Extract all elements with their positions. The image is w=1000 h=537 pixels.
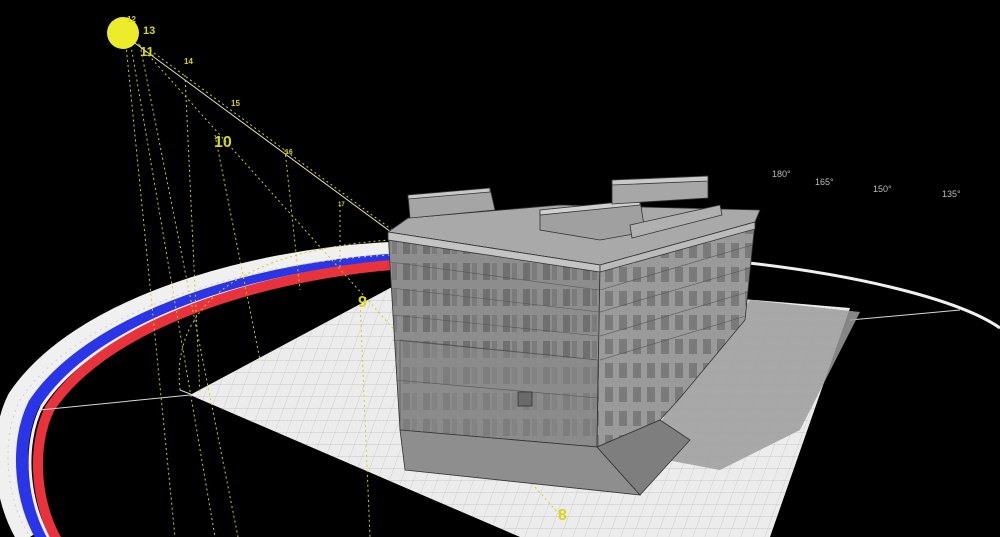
hour-label-10: 10 (214, 134, 232, 151)
azimuth-label-180: 180° (772, 169, 791, 179)
sun-ray (127, 37, 396, 236)
azimuth-labels: 180° 165° 150° 135° (772, 169, 961, 199)
hour-label-16: 16 (285, 149, 293, 156)
hour-label-14: 14 (184, 57, 193, 66)
hour-label-17: 17 (338, 202, 345, 208)
hour-label-13: 13 (143, 25, 155, 37)
building-entrance (517, 391, 533, 407)
hour-label-12: 12 (127, 15, 136, 24)
azimuth-label-165: 165° (815, 177, 834, 187)
hour-label-11: 11 (140, 44, 154, 59)
3d-viewport[interactable]: 12 13 11 14 15 10 16 17 9 8 180° 165° 15… (0, 0, 1000, 537)
hour-label-15: 15 (231, 99, 240, 108)
azimuth-label-135: 135° (942, 189, 961, 199)
hour-label-9: 9 (358, 294, 367, 311)
hour-label-8: 8 (558, 507, 567, 524)
azimuth-label-150: 150° (873, 184, 892, 194)
